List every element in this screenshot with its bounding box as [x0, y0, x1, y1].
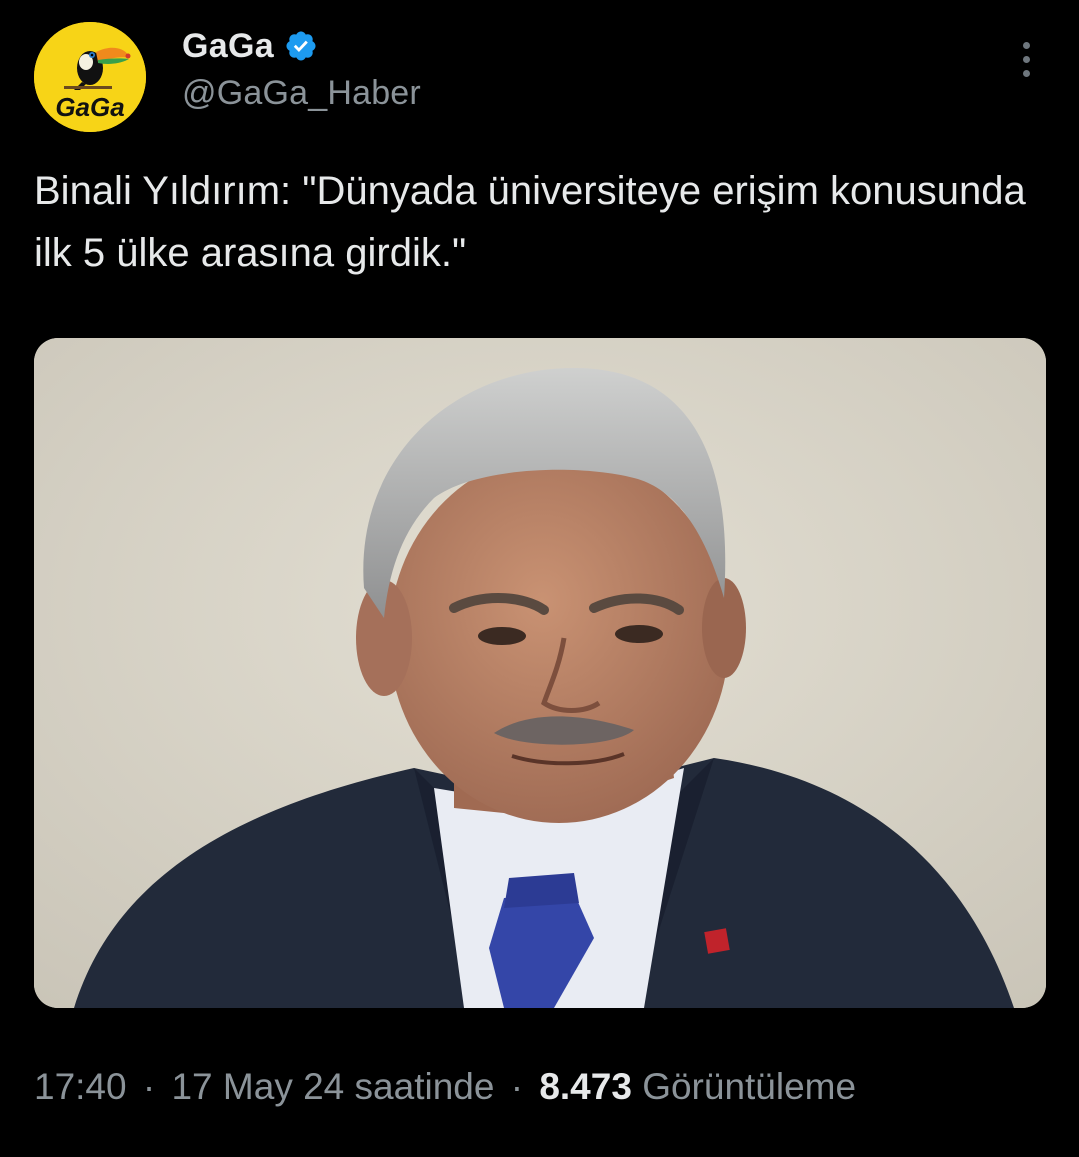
avatar[interactable]: GaGa — [34, 22, 146, 132]
more-dot — [1022, 56, 1030, 63]
meta-separator: · — [142, 1066, 156, 1107]
avatar-logo-text: GaGa — [55, 92, 124, 122]
tweet-image[interactable] — [34, 338, 1046, 1008]
tweet-date[interactable]: 17 May 24 saatinde — [171, 1066, 494, 1107]
name-row: GaGa — [182, 24, 318, 68]
portrait-photo — [34, 338, 1046, 1008]
toucan-logo-icon: GaGa — [34, 22, 146, 132]
more-dot — [1022, 42, 1030, 49]
views-label: Görüntüleme — [642, 1066, 857, 1107]
tweet-card: GaGa GaGa @GaGa_Haber Binali Yıldırım: "… — [0, 0, 1079, 1157]
verified-badge-icon — [284, 29, 318, 63]
views-count[interactable]: 8.473 — [539, 1066, 632, 1107]
display-name[interactable]: GaGa — [182, 27, 274, 66]
user-handle[interactable]: @GaGa_Haber — [182, 74, 421, 113]
tweet-time[interactable]: 17:40 — [34, 1066, 127, 1107]
tweet-meta: 17:40 · 17 May 24 saatinde · 8.473 Görün… — [34, 1066, 856, 1108]
tweet-text: Binali Yıldırım: "Dünyada üniversiteye e… — [34, 169, 1026, 275]
more-options-icon[interactable] — [1018, 42, 1034, 86]
meta-separator: · — [510, 1066, 524, 1107]
tweet-header: GaGa GaGa @GaGa_Haber — [34, 22, 1044, 132]
more-dot — [1022, 70, 1030, 77]
